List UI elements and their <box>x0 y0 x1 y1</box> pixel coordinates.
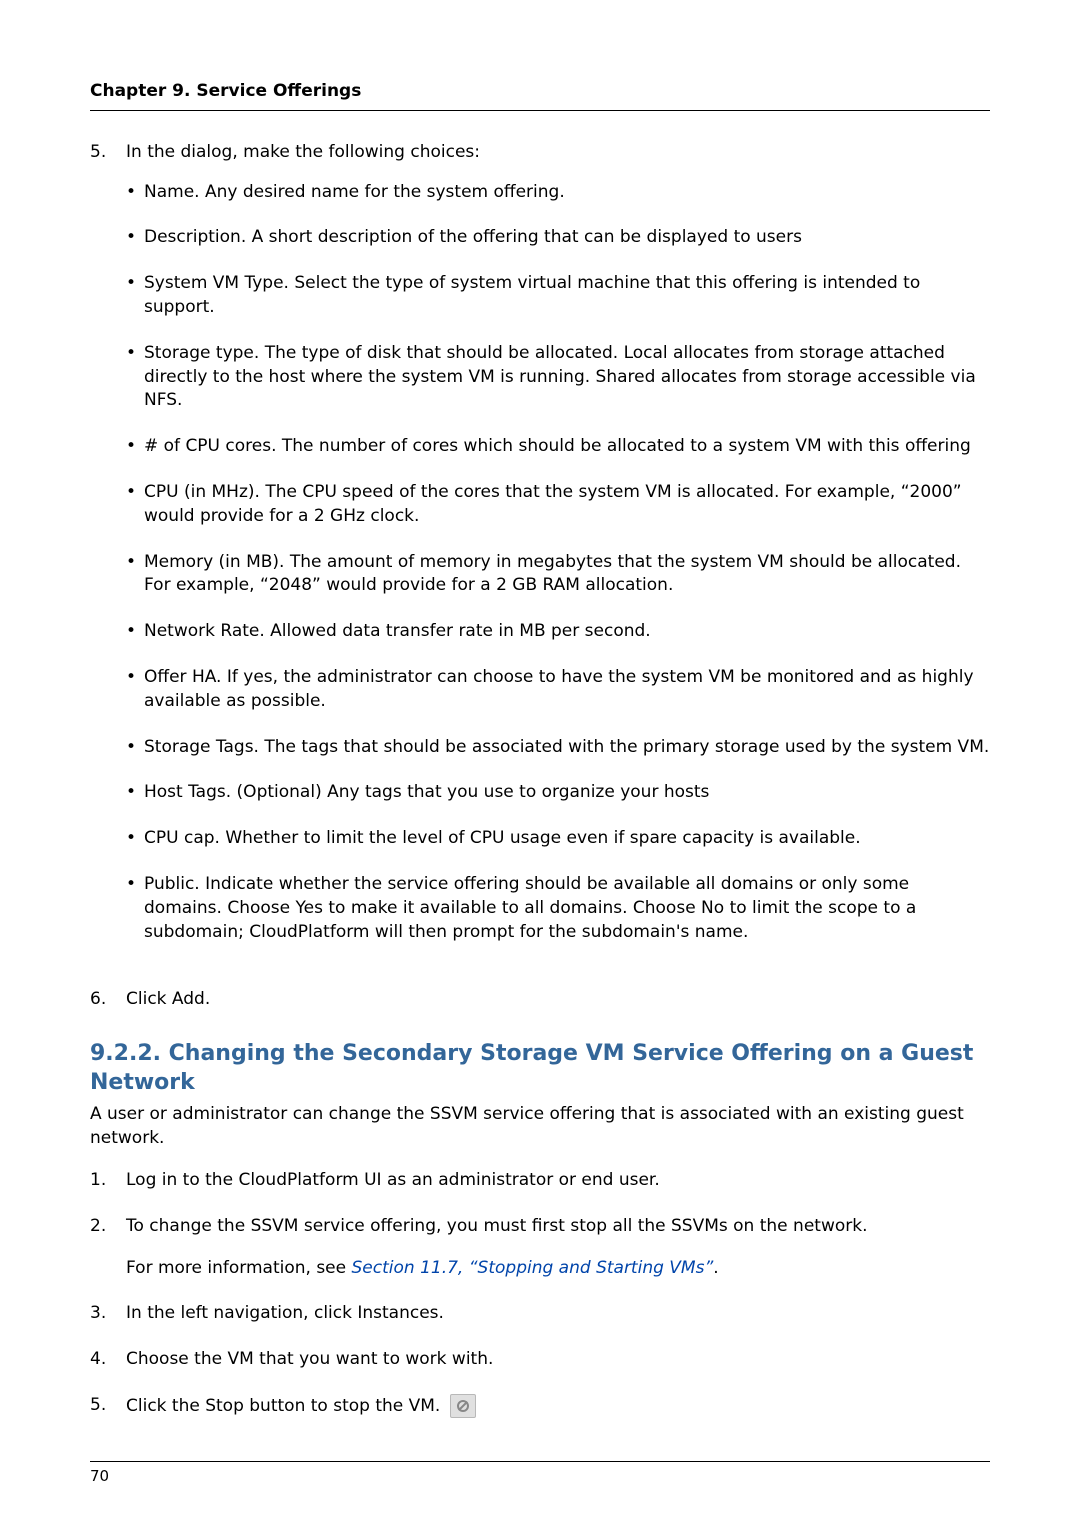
bottom-step-list: 1. Log in to the CloudPlatform UI as an … <box>90 1169 990 1419</box>
stop-icon <box>450 1394 476 1418</box>
bullet-text: System VM Type. Select the type of syste… <box>144 272 990 320</box>
step-text: Choose the VM that you want to work with… <box>126 1349 493 1369</box>
extra-post: . <box>713 1258 718 1278</box>
top-step-list: 5. In the dialog, make the following cho… <box>90 141 990 1012</box>
step-2-extra: For more information, see Section 11.7, … <box>126 1257 990 1281</box>
bullet-text: Memory (in MB). The amount of memory in … <box>144 551 990 599</box>
page-footer: 70 <box>90 1461 990 1487</box>
step-number: 5. <box>90 1394 126 1419</box>
bullet-text: CPU cap. Whether to limit the level of C… <box>144 827 990 851</box>
step-2: 2. To change the SSVM service offering, … <box>90 1215 990 1281</box>
step-3: 3. In the left navigation, click Instanc… <box>90 1302 990 1326</box>
bullet-text: Public. Indicate whether the service off… <box>144 873 990 944</box>
section-heading: 9.2.2. Changing the Secondary Storage VM… <box>90 1040 990 1097</box>
step-text: In the dialog, make the following choice… <box>126 142 480 162</box>
bullet-text: Name. Any desired name for the system of… <box>144 181 990 205</box>
step-text: In the left navigation, click Instances. <box>126 1303 444 1323</box>
bullet-text: # of CPU cores. The number of cores whic… <box>144 435 990 459</box>
step-number: 2. <box>90 1215 126 1281</box>
step-1: 1. Log in to the CloudPlatform UI as an … <box>90 1169 990 1193</box>
step-5-bullets: •Name. Any desired name for the system o… <box>126 181 990 945</box>
bullet-text: Offer HA. If yes, the administrator can … <box>144 666 990 714</box>
intro-paragraph: A user or administrator can change the S… <box>90 1103 990 1151</box>
step-number: 5. <box>90 141 126 967</box>
step-5b: 5. Click the Stop button to stop the VM. <box>90 1394 990 1419</box>
step-6: 6. Click Add. <box>90 988 990 1012</box>
step-text: Click the Stop button to stop the VM. <box>126 1396 440 1416</box>
step-number: 1. <box>90 1169 126 1193</box>
bullet-text: Storage type. The type of disk that shou… <box>144 342 990 413</box>
step-number: 3. <box>90 1302 126 1326</box>
step-number: 6. <box>90 988 126 1012</box>
chapter-header: Chapter 9. Service Offerings <box>90 80 990 111</box>
page-number: 70 <box>90 1467 109 1485</box>
bullet-text: Storage Tags. The tags that should be as… <box>144 736 990 760</box>
bullet-text: Network Rate. Allowed data transfer rate… <box>144 620 990 644</box>
section-link[interactable]: Section 11.7, “Stopping and Starting VMs… <box>352 1258 714 1278</box>
step-number: 4. <box>90 1348 126 1372</box>
bullet-text: CPU (in MHz). The CPU speed of the cores… <box>144 481 990 529</box>
step-text: To change the SSVM service offering, you… <box>126 1215 990 1239</box>
step-text: Log in to the CloudPlatform UI as an adm… <box>126 1170 660 1190</box>
step-text: Click Add. <box>126 989 210 1009</box>
bullet-text: Host Tags. (Optional) Any tags that you … <box>144 781 990 805</box>
step-5: 5. In the dialog, make the following cho… <box>90 141 990 967</box>
extra-pre: For more information, see <box>126 1258 352 1278</box>
step-4: 4. Choose the VM that you want to work w… <box>90 1348 990 1372</box>
bullet-text: Description. A short description of the … <box>144 226 990 250</box>
